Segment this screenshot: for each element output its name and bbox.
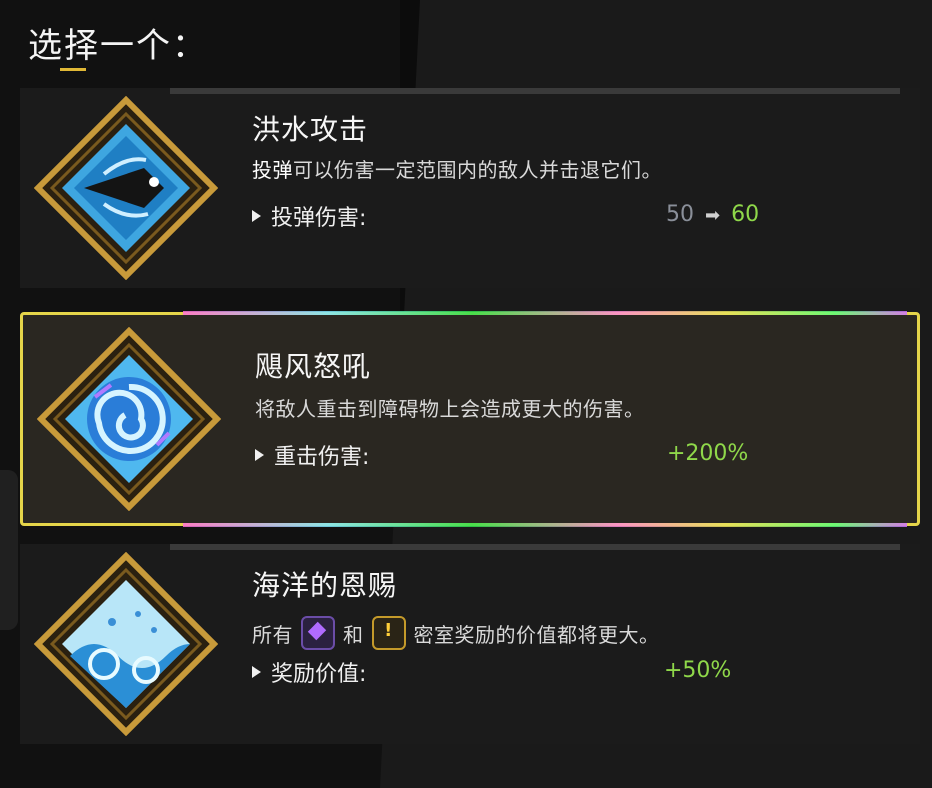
new-value: +200% [667, 441, 749, 466]
stat-value: +200% [667, 441, 748, 466]
whirlpool-icon [37, 327, 221, 511]
stat-value: 50 ➡ 60 [666, 202, 759, 227]
new-value: +50% [664, 658, 732, 683]
stat-row: 奖励价值: [252, 656, 366, 688]
stat-value: +50% [664, 658, 731, 683]
arrow-right-icon: ➡ [705, 205, 721, 226]
desc-text: 可以伤害一定范围内的敌人并击退它们。 [293, 158, 662, 182]
ocean-waves-icon [34, 552, 218, 736]
card-topbar [170, 88, 900, 94]
boon-title: 飓风怒吼 [255, 350, 372, 383]
boon-title: 海洋的恩赐 [252, 569, 398, 602]
darkness-gem-icon [301, 616, 335, 650]
page-title: 选择一个： [28, 26, 208, 66]
boon-card-hurricane[interactable]: 飓风怒吼 将敌人重击到障碍物上会造成更大的伤害。 重击伤害: +200% [20, 311, 920, 527]
triangle-bullet-icon [255, 449, 264, 461]
card-topbar [170, 544, 900, 550]
boon-title: 洪水攻击 [252, 113, 369, 146]
desc-text: 密室奖励的价值都将更大。 [413, 622, 660, 647]
triangle-bullet-icon [252, 666, 261, 678]
rainbow-border-top [183, 311, 907, 315]
stat-label: 投弹伤害: [271, 206, 367, 231]
boon-description: 投弹可以伤害一定范围内的敌人并击退它们。 [252, 154, 662, 183]
rainbow-border-bottom [183, 523, 907, 527]
triangle-bullet-icon [252, 210, 261, 222]
boon-description: 所有 和 密室奖励的价值都将更大。 [252, 616, 660, 650]
desc-text: 和 [343, 622, 364, 647]
left-edge-decoration [0, 470, 18, 630]
stat-label: 奖励价值: [271, 662, 367, 687]
chthonic-key-icon [371, 616, 406, 650]
stat-row: 重击伤害: [255, 439, 369, 471]
boon-card-flood[interactable]: 洪水攻击 投弹可以伤害一定范围内的敌人并击退它们。 投弹伤害: 50 ➡ 60 [20, 88, 920, 288]
stat-label: 重击伤害: [274, 445, 370, 470]
boon-description: 将敌人重击到障碍物上会造成更大的伤害。 [255, 397, 645, 421]
new-value: 60 [731, 202, 760, 227]
title-underline [60, 68, 86, 71]
flood-fish-icon [34, 96, 218, 280]
boon-card-ocean-bounty[interactable]: 海洋的恩赐 所有 和 密室奖励的价值都将更大。 奖励价值: +50% [20, 544, 920, 744]
desc-highlight: 投弹 [252, 158, 293, 182]
old-value: 50 [666, 202, 694, 227]
desc-text: 所有 [252, 622, 293, 647]
stat-row: 投弹伤害: [252, 200, 366, 232]
